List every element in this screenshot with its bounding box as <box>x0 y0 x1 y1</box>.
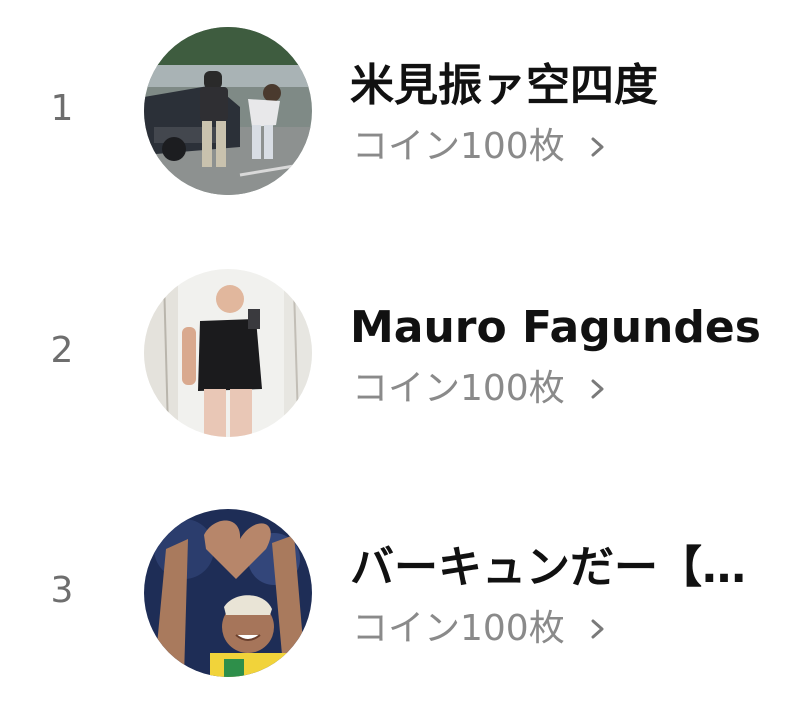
reward-text: コイン100枚 <box>352 368 565 409</box>
chevron-right-icon <box>591 619 604 639</box>
user-name: バーキュンだー【… <box>350 542 746 593</box>
ranking-row-1[interactable]: 1 米見振ァ空四度 コイン100枚 <box>0 11 801 211</box>
reward-link[interactable]: コイン100枚 <box>352 605 609 653</box>
ranking-row-3[interactable]: 3 バーキュンだー【… コイン100枚 <box>0 493 801 693</box>
chevron-right-icon <box>591 137 604 157</box>
chevron-right-icon <box>591 379 604 399</box>
user-name: Mauro Fagundes <box>350 302 761 353</box>
user-name: 米見振ァ空四度 <box>350 60 658 111</box>
avatar[interactable] <box>144 509 312 677</box>
reward-text: コイン100枚 <box>352 126 565 167</box>
reward-link[interactable]: コイン100枚 <box>352 365 609 413</box>
reward-text: コイン100枚 <box>352 608 565 649</box>
ranking-list: 1 米見振ァ空四度 コイン100枚 2 Mauro Fagundes コイン10… <box>0 0 801 718</box>
rank-number: 2 <box>50 330 74 371</box>
rank-number: 3 <box>50 570 74 611</box>
avatar[interactable] <box>144 269 312 437</box>
rank-number: 1 <box>50 88 74 129</box>
avatar[interactable] <box>144 27 312 195</box>
ranking-row-2[interactable]: 2 Mauro Fagundes コイン100枚 <box>0 253 801 453</box>
reward-link[interactable]: コイン100枚 <box>352 123 609 171</box>
